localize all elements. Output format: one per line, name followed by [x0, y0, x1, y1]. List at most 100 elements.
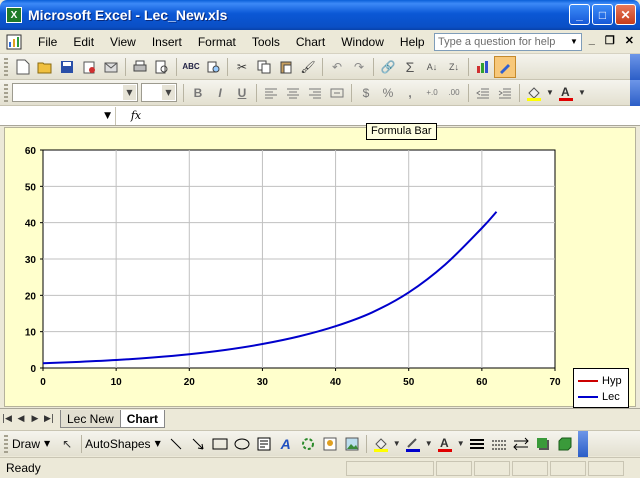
menu-view[interactable]: View — [102, 35, 144, 49]
toolbar-options-icon[interactable] — [630, 80, 640, 106]
bold-button[interactable]: B — [187, 82, 209, 104]
toolbar-grip[interactable] — [4, 83, 8, 102]
drawing-toggle-icon[interactable] — [494, 55, 516, 78]
line-style-icon[interactable] — [466, 433, 488, 455]
insert-function-icon[interactable]: fx — [116, 109, 156, 122]
tab-lec-new[interactable]: Lec New — [60, 409, 121, 428]
chevron-down-icon[interactable]: ▼ — [44, 439, 50, 448]
legend[interactable]: Hyp Lec — [573, 368, 629, 408]
print-icon[interactable] — [129, 56, 151, 78]
draw-menu-button[interactable]: Draw — [12, 437, 40, 451]
chart-doc-icon[interactable] — [4, 33, 24, 51]
tab-chart[interactable]: Chart — [119, 409, 166, 428]
format-painter-icon[interactable]: 🖌 — [297, 56, 319, 78]
toolbar-options-icon[interactable] — [630, 54, 640, 80]
chevron-down-icon[interactable]: ▼ — [567, 34, 581, 50]
chevron-down-icon[interactable]: ▼ — [545, 82, 555, 104]
line-chart[interactable]: 0 10 20 30 40 50 60 70 0 10 20 30 40 50 60 — [5, 128, 635, 406]
decrease-decimal-button[interactable]: .00 — [443, 82, 465, 104]
redo-icon[interactable]: ↷ — [348, 56, 370, 78]
last-sheet-icon[interactable]: ▶| — [42, 414, 56, 424]
merge-center-icon[interactable] — [326, 82, 348, 104]
menu-edit[interactable]: Edit — [65, 35, 102, 49]
increase-decimal-button[interactable]: +.0 — [421, 82, 443, 104]
autoshapes-menu-button[interactable]: AutoShapes — [85, 437, 150, 451]
autosum-icon[interactable]: Σ — [399, 56, 421, 78]
wordart-icon[interactable]: A — [275, 433, 297, 455]
comma-button[interactable]: , — [399, 82, 421, 104]
menu-insert[interactable]: Insert — [144, 35, 190, 49]
maximize-button[interactable]: □ — [592, 4, 613, 25]
toolbar-grip[interactable] — [4, 434, 8, 453]
spelling-icon[interactable]: ABC — [180, 56, 202, 78]
fill-color-icon[interactable] — [370, 433, 392, 455]
text-box-icon[interactable] — [253, 433, 275, 455]
mdi-restore-button[interactable]: ❐ — [605, 34, 615, 47]
menu-format[interactable]: Format — [190, 35, 244, 49]
prev-sheet-icon[interactable]: ◀ — [14, 414, 28, 424]
help-search-input[interactable]: Type a question for help ▼ — [434, 33, 582, 51]
oval-tool-icon[interactable] — [231, 433, 253, 455]
chevron-down-icon[interactable]: ▼ — [155, 439, 161, 448]
chevron-down-icon[interactable]: ▼ — [162, 85, 175, 100]
align-right-icon[interactable] — [304, 82, 326, 104]
mdi-minimize-button[interactable]: _ — [589, 34, 595, 47]
menu-window[interactable]: Window — [333, 35, 392, 49]
chevron-down-icon[interactable]: ▼ — [577, 82, 587, 104]
font-color-icon[interactable]: A — [434, 433, 456, 455]
dash-style-icon[interactable] — [488, 433, 510, 455]
paste-icon[interactable] — [275, 56, 297, 78]
fill-color-icon[interactable] — [523, 82, 545, 104]
minimize-button[interactable]: _ — [569, 4, 590, 25]
excel-app-icon[interactable]: X — [6, 7, 22, 23]
currency-button[interactable]: $ — [355, 82, 377, 104]
close-button[interactable]: ✕ — [615, 4, 636, 25]
font-size-select[interactable]: ▼ — [141, 83, 177, 102]
chevron-down-icon[interactable]: ▼ — [424, 433, 434, 455]
sort-descending-icon[interactable]: Z↓ — [443, 56, 465, 78]
new-file-icon[interactable] — [12, 56, 34, 78]
menu-help[interactable]: Help — [392, 35, 433, 49]
increase-indent-icon[interactable] — [494, 82, 516, 104]
clip-art-icon[interactable] — [319, 433, 341, 455]
cut-icon[interactable]: ✂ — [231, 56, 253, 78]
align-left-icon[interactable] — [260, 82, 282, 104]
picture-icon[interactable] — [341, 433, 363, 455]
first-sheet-icon[interactable]: |◀ — [0, 414, 14, 424]
formula-input[interactable] — [156, 107, 640, 125]
menu-file[interactable]: File — [30, 35, 65, 49]
select-objects-icon[interactable]: ↖ — [56, 433, 78, 455]
underline-button[interactable]: U — [231, 82, 253, 104]
percent-button[interactable]: % — [377, 82, 399, 104]
decrease-indent-icon[interactable] — [472, 82, 494, 104]
research-icon[interactable] — [202, 56, 224, 78]
diagram-icon[interactable] — [297, 433, 319, 455]
font-color-icon[interactable]: A — [555, 82, 577, 104]
menu-tools[interactable]: Tools — [244, 35, 288, 49]
menu-chart[interactable]: Chart — [288, 35, 333, 49]
mdi-close-button[interactable]: ✕ — [625, 34, 634, 47]
open-folder-icon[interactable] — [34, 56, 56, 78]
save-icon[interactable] — [56, 56, 78, 78]
sort-ascending-icon[interactable]: A↓ — [421, 56, 443, 78]
permission-icon[interactable] — [78, 56, 100, 78]
shadow-style-icon[interactable] — [532, 433, 554, 455]
chevron-down-icon[interactable]: ▼ — [104, 111, 111, 121]
chevron-down-icon[interactable]: ▼ — [456, 433, 466, 455]
chevron-down-icon[interactable]: ▼ — [123, 85, 136, 100]
line-color-icon[interactable] — [402, 433, 424, 455]
3d-style-icon[interactable] — [554, 433, 576, 455]
hyperlink-icon[interactable]: 🔗 — [377, 56, 399, 78]
italic-button[interactable]: I — [209, 82, 231, 104]
arrow-style-icon[interactable] — [510, 433, 532, 455]
next-sheet-icon[interactable]: ▶ — [28, 414, 42, 424]
align-center-icon[interactable] — [282, 82, 304, 104]
font-name-select[interactable]: ▼ — [12, 83, 138, 102]
print-preview-icon[interactable] — [151, 56, 173, 78]
arrow-tool-icon[interactable] — [187, 433, 209, 455]
chevron-down-icon[interactable]: ▼ — [392, 433, 402, 455]
chart-wizard-icon[interactable] — [472, 56, 494, 78]
toolbar-grip[interactable] — [4, 57, 8, 76]
chart-area[interactable]: 0 10 20 30 40 50 60 70 0 10 20 30 40 50 60 Hyp Lec — [4, 127, 636, 408]
copy-icon[interactable] — [253, 56, 275, 78]
